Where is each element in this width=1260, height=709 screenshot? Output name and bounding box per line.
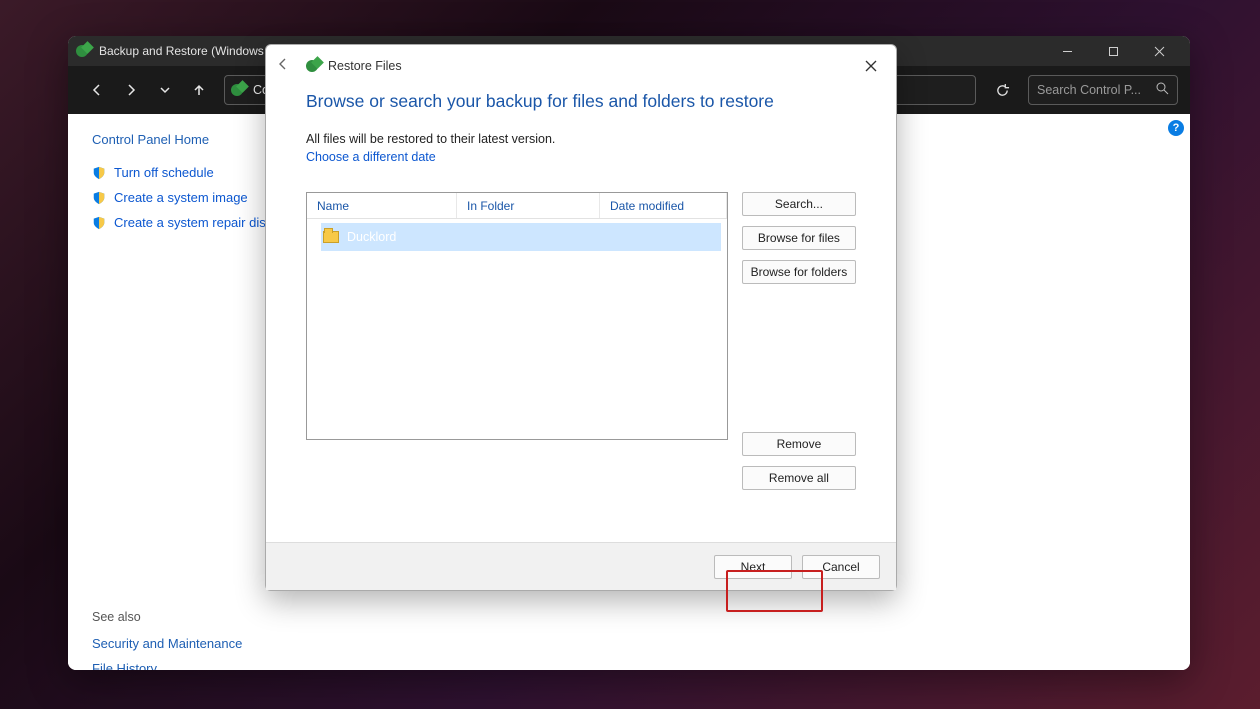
browse-files-button[interactable]: Browse for files (742, 226, 856, 250)
shield-icon (92, 166, 106, 180)
cancel-button[interactable]: Cancel (802, 555, 880, 579)
minimize-button[interactable] (1044, 36, 1090, 66)
shield-icon (92, 191, 106, 205)
search-input[interactable]: Search Control P... (1028, 75, 1178, 105)
col-name[interactable]: Name (307, 193, 457, 218)
nav-recent-button[interactable] (148, 73, 182, 107)
col-date-modified[interactable]: Date modified (600, 193, 727, 218)
see-also-file-history[interactable]: File History (92, 661, 273, 670)
restore-files-dialog: Restore Files Browse or search your back… (265, 44, 897, 591)
list-item[interactable]: Ducklord (321, 223, 721, 251)
browse-folders-button[interactable]: Browse for folders (742, 260, 856, 284)
control-panel-home-link[interactable]: Control Panel Home (92, 132, 273, 147)
dialog-footer: Next Cancel (266, 542, 896, 590)
search-icon (1156, 82, 1169, 98)
remove-all-button[interactable]: Remove all (742, 466, 856, 490)
file-list-header: Name In Folder Date modified (307, 193, 727, 219)
sidebar-item-label: Turn off schedule (114, 165, 214, 180)
dialog-icon (306, 58, 322, 74)
help-button[interactable]: ? (1168, 120, 1184, 136)
folder-icon (323, 231, 339, 243)
nav-forward-button[interactable] (114, 73, 148, 107)
window-title: Backup and Restore (Windows 7) (99, 44, 278, 58)
col-in-folder[interactable]: In Folder (457, 193, 600, 218)
app-icon (76, 43, 92, 59)
breadcrumb-icon (231, 82, 247, 98)
sidebar-item-label: Create a system repair disc (114, 215, 272, 230)
refresh-button[interactable] (984, 75, 1020, 105)
search-button[interactable]: Search... (742, 192, 856, 216)
next-button[interactable]: Next (714, 555, 792, 579)
close-button[interactable] (1136, 36, 1182, 66)
dialog-title: Restore Files (328, 59, 402, 73)
choose-date-link[interactable]: Choose a different date (306, 150, 436, 164)
sidebar-item-create-system-image[interactable]: Create a system image (92, 190, 273, 205)
see-also-heading: See also (92, 610, 273, 624)
dialog-header: Restore Files (266, 45, 896, 87)
sidebar: Control Panel Home Turn off schedule Cre… (68, 114, 273, 670)
dialog-heading: Browse or search your backup for files a… (306, 91, 856, 112)
item-name: Ducklord (347, 230, 463, 244)
see-also-security[interactable]: Security and Maintenance (92, 636, 273, 651)
remove-button[interactable]: Remove (742, 432, 856, 456)
dialog-back-button[interactable] (276, 57, 296, 76)
sidebar-item-turn-off-schedule[interactable]: Turn off schedule (92, 165, 273, 180)
shield-icon (92, 216, 106, 230)
dialog-subtext: All files will be restored to their late… (306, 132, 856, 146)
dialog-close-button[interactable] (856, 51, 886, 81)
nav-back-button[interactable] (80, 73, 114, 107)
nav-up-button[interactable] (182, 73, 216, 107)
maximize-button[interactable] (1090, 36, 1136, 66)
sidebar-item-label: Create a system image (114, 190, 248, 205)
file-list[interactable]: Name In Folder Date modified Ducklord (306, 192, 728, 440)
search-placeholder: Search Control P... (1037, 83, 1141, 97)
sidebar-item-create-repair-disc[interactable]: Create a system repair disc (92, 215, 273, 230)
